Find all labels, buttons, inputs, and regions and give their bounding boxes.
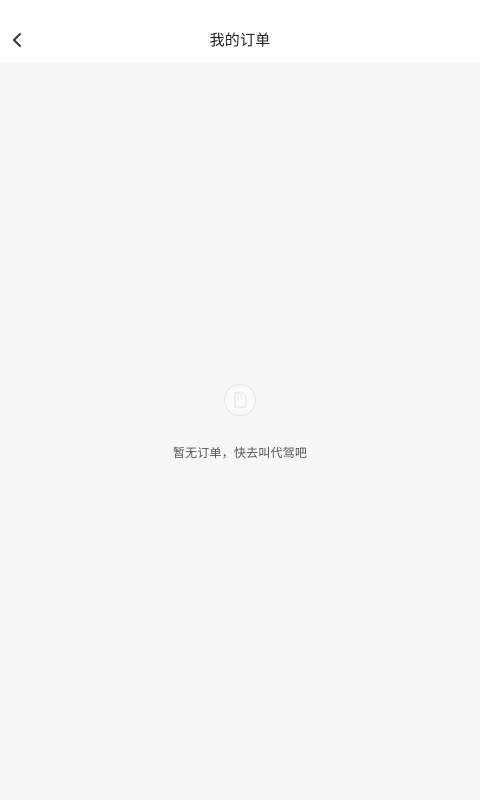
top-navigation-bar: 我的订单 xyxy=(0,0,480,62)
empty-orders-state: 暂无订单，快去叫代驾吧 xyxy=(0,384,480,462)
orders-page: 我的订单 暂无订单，快去叫代驾吧 xyxy=(0,0,480,800)
document-icon xyxy=(224,384,256,416)
page-title: 我的订单 xyxy=(209,31,271,49)
empty-orders-message: 暂无订单，快去叫代驾吧 xyxy=(172,446,308,460)
